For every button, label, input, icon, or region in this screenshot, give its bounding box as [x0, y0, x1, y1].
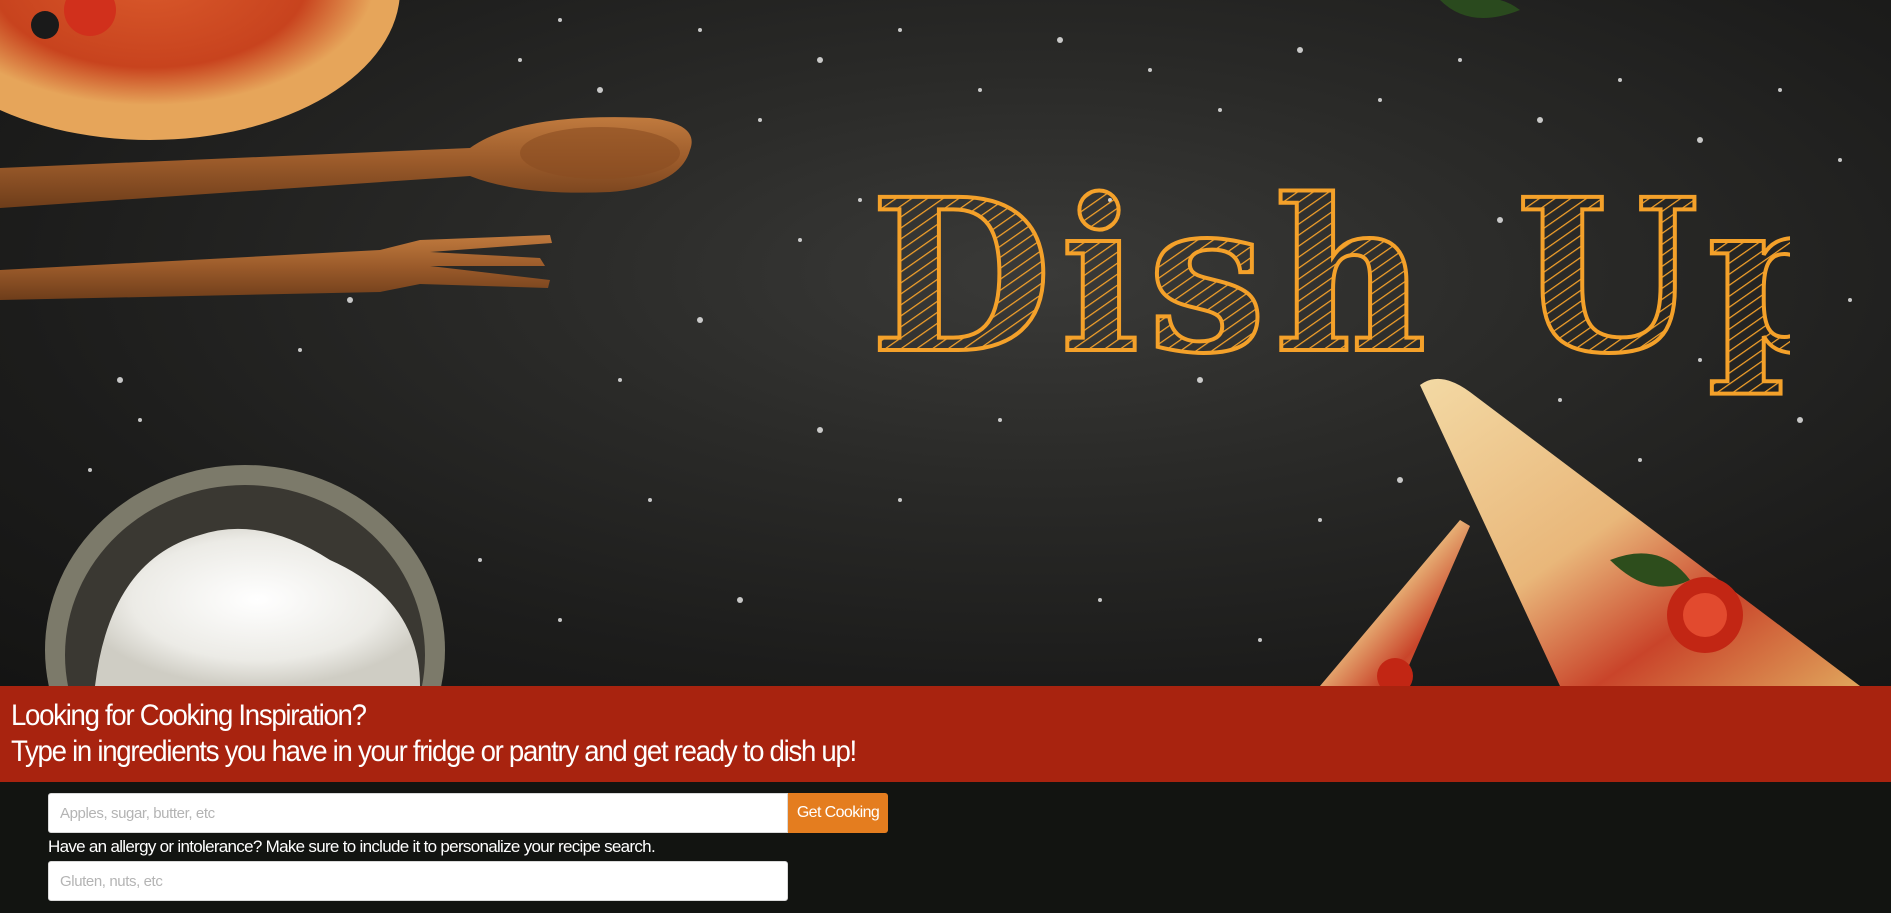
hero-section: Dish Up Dish Up: [0, 0, 1891, 686]
recipe-search-form: Get Cooking Have an allergy or intoleran…: [0, 782, 1891, 913]
inspiration-banner: Looking for Cooking Inspiration? Type in…: [0, 686, 1891, 782]
allergy-input[interactable]: [48, 861, 788, 901]
ingredients-input[interactable]: [48, 793, 788, 833]
svg-text:Dish Up: Dish Up: [870, 153, 1790, 400]
allergy-label: Have an allergy or intolerance? Make sur…: [48, 837, 656, 856]
banner-heading: Looking for Cooking Inspiration?: [11, 699, 367, 732]
get-cooking-button[interactable]: Get Cooking: [788, 793, 888, 833]
banner-subheading: Type in ingredients you have in your fri…: [11, 735, 857, 768]
dish-up-logo: Dish Up Dish Up: [870, 151, 1790, 402]
